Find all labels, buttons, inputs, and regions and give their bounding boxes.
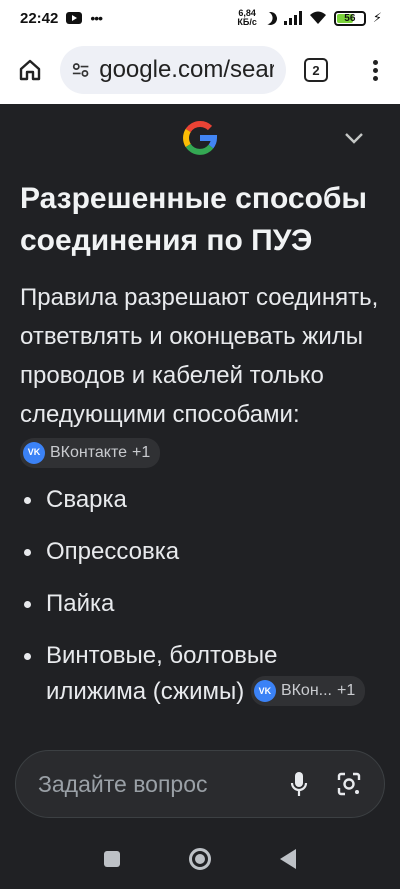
list-item-text: Винтовые, болтовые илижима (сжимы) (46, 642, 278, 705)
menu-dot (373, 59, 378, 65)
list-item-text: Сварка (46, 486, 127, 513)
ask-placeholder: Задайте вопрос (38, 770, 208, 797)
list-item: Винтовые, болтовые илижима (сжимы) VK ВК… (20, 638, 382, 710)
moon-icon (262, 10, 279, 27)
voice-input-button[interactable] (288, 769, 310, 799)
vk-icon: VK (23, 441, 45, 464)
youtube-icon (66, 12, 83, 24)
list-item-text: Опрессовка (46, 538, 180, 565)
network-speed: 6,84 КБ/с (237, 9, 256, 27)
collapse-chevron-icon[interactable] (342, 130, 366, 146)
connection-methods-list: Сварка Опрессовка Пайка Винтовые, болтов… (20, 482, 382, 726)
address-bar[interactable]: google.com/search (60, 46, 286, 94)
url-text: google.com/search (99, 56, 274, 83)
answer-title: Разрешенные способы соединения по ПУЭ (20, 182, 368, 257)
back-button[interactable] (279, 848, 296, 869)
ai-overview-panel: Разрешенные способы соединения по ПУЭ Пр… (0, 104, 400, 744)
microphone-icon (290, 772, 308, 796)
source-chip[interactable]: VK ВКон... +1 (250, 675, 366, 706)
camera-lens-icon (337, 772, 361, 796)
vk-icon: VK (253, 679, 276, 702)
source-chip-count: +1 (337, 681, 356, 699)
list-item-text: Пайка (46, 590, 115, 617)
tab-switcher-button[interactable]: 2 (304, 58, 328, 82)
wifi-icon (309, 11, 326, 24)
menu-dot (373, 67, 378, 73)
source-chip-count: +1 (132, 444, 151, 462)
answer-paragraph: Правила разрешают соединять, ответвлять … (20, 278, 382, 473)
home-nav-button[interactable] (188, 847, 211, 870)
home-button[interactable] (12, 52, 48, 88)
more-dots-icon: ••• (90, 10, 103, 26)
ask-area: Задайте вопрос (0, 744, 400, 828)
status-left: 22:42 ••• (20, 9, 103, 27)
status-time: 22:42 (20, 9, 59, 27)
browser-toolbar: google.com/search 2 (0, 36, 400, 104)
status-bar: 22:42 ••• 6,84 КБ/с 56 ⚡ (0, 0, 400, 36)
status-right: 6,84 КБ/с 56 ⚡ (237, 9, 382, 27)
list-item: Опрессовка (20, 534, 382, 570)
source-chip[interactable]: VK ВКонтакте +1 (20, 437, 161, 468)
recents-button[interactable] (104, 850, 121, 867)
system-navigation-bar (0, 828, 400, 889)
charging-bolt-icon: ⚡ (372, 10, 382, 25)
battery-level: 56 (344, 12, 356, 24)
signal-icon (283, 11, 302, 25)
google-logo-icon (183, 121, 218, 155)
site-settings-icon[interactable] (72, 61, 89, 79)
more-menu-button[interactable] (369, 56, 382, 85)
list-item: Сварка (20, 482, 382, 518)
lens-search-button[interactable] (336, 771, 362, 797)
ask-input[interactable]: Задайте вопрос (15, 750, 385, 818)
battery-icon: 56 (333, 10, 366, 26)
list-item: Пайка (20, 586, 382, 622)
menu-dot (373, 75, 378, 81)
source-chip-name: ВКонтакте (50, 444, 127, 462)
network-speed-unit: КБ/с (237, 17, 257, 27)
answer-paragraph-text: Правила разрешают соединять, ответвлять … (20, 284, 379, 428)
source-chip-name: ВКон... (280, 681, 332, 699)
home-icon (19, 59, 41, 81)
